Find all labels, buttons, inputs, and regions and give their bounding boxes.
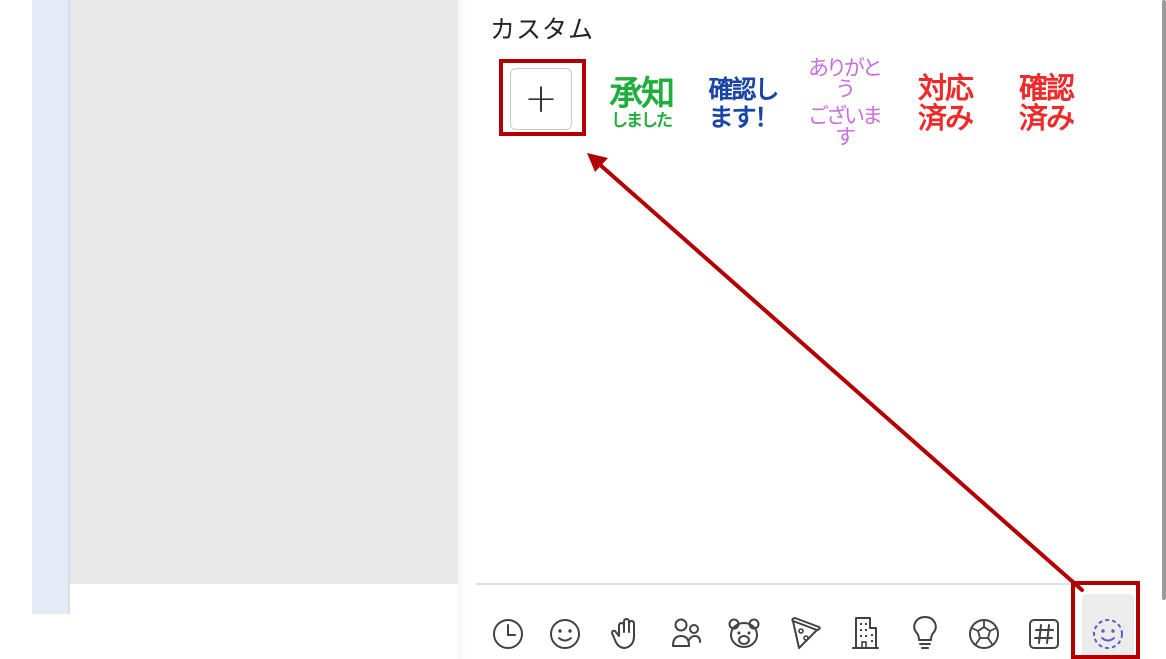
sticker-line1: 承知 xyxy=(609,73,675,114)
building-icon xyxy=(852,617,879,649)
smiley-icon xyxy=(550,619,580,649)
hashtag-icon xyxy=(1029,619,1059,649)
people-icon xyxy=(672,618,701,647)
soccer-ball-icon xyxy=(969,619,999,649)
tab-smileys[interactable] xyxy=(543,612,587,659)
left-rail xyxy=(32,0,70,614)
sticker-line2: 済み xyxy=(1018,100,1075,135)
sticker-line1: 確認し xyxy=(708,74,779,104)
sticker-line2: 済み xyxy=(917,100,974,135)
tab-gestures[interactable] xyxy=(603,612,647,659)
tab-people[interactable] xyxy=(664,612,708,659)
tab-recent[interactable] xyxy=(486,612,530,659)
pizza-icon xyxy=(791,617,821,649)
sticker-shouchi[interactable]: 承知 しました xyxy=(603,68,679,138)
sticker-line1: ありがとう xyxy=(808,56,883,101)
tab-places[interactable] xyxy=(843,612,887,659)
hand-icon xyxy=(611,618,635,649)
tab-activities[interactable] xyxy=(962,612,1006,659)
scrollbar[interactable] xyxy=(1162,0,1166,600)
sticker-line1: 対応 xyxy=(917,70,974,105)
sticker-line2: ます！ xyxy=(708,102,779,132)
tab-objects[interactable] xyxy=(903,612,947,659)
tab-animals[interactable] xyxy=(722,612,766,659)
sticker-line2: ございます xyxy=(808,104,883,149)
bear-icon xyxy=(728,618,760,648)
custom-emoji-icon xyxy=(1093,619,1123,649)
lightbulb-icon xyxy=(913,616,937,649)
tab-food[interactable] xyxy=(782,612,826,659)
plus-icon: + xyxy=(524,76,558,122)
section-title: カスタム xyxy=(490,15,595,44)
sticker-kakunin-zumi[interactable]: 確認 済み xyxy=(1008,68,1084,138)
tab-custom[interactable] xyxy=(1086,612,1130,659)
sticker-arigatou[interactable]: ありがとう ございます xyxy=(806,58,883,148)
tab-divider xyxy=(476,583,1132,585)
sticker-line2: しました xyxy=(611,110,673,131)
sticker-line1: 確認 xyxy=(1018,70,1075,105)
picker-shadow xyxy=(458,0,466,659)
sticker-kakunin-shimasu[interactable]: 確認し ます！ xyxy=(705,68,781,138)
sticker-taiou-zumi[interactable]: 対応 済み xyxy=(907,68,983,138)
chat-background xyxy=(70,0,458,584)
add-custom-emoji-button[interactable]: + xyxy=(510,68,572,130)
tab-symbols[interactable] xyxy=(1022,612,1066,659)
clock-icon xyxy=(493,619,523,649)
